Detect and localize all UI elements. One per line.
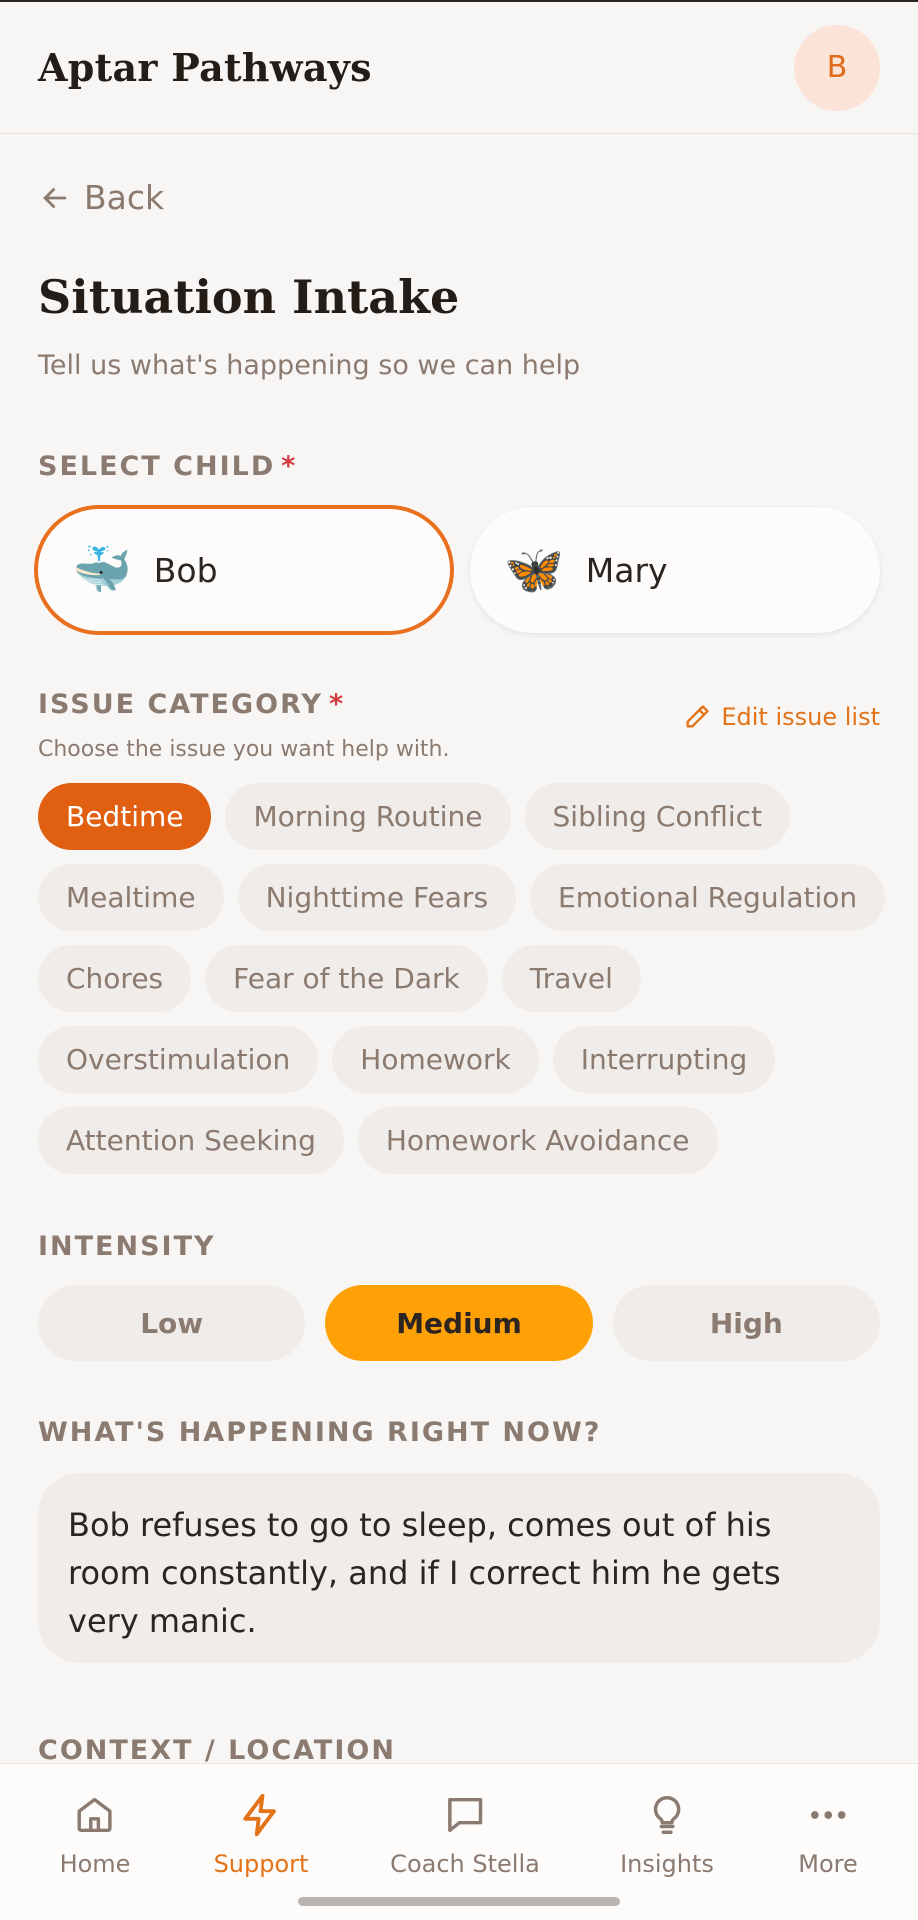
chip-travel[interactable]: Travel: [501, 945, 641, 1012]
butterfly-icon: 🦋: [504, 542, 564, 598]
chip-interrupting[interactable]: Interrupting: [552, 1026, 776, 1093]
required-mark: *: [281, 451, 298, 482]
nav-coach-stella[interactable]: Coach Stella: [390, 1792, 540, 1878]
whats-happening-field[interactable]: Bob refuses to go to sleep, comes out of…: [38, 1473, 880, 1663]
home-icon: [77, 1797, 113, 1833]
chip-bedtime[interactable]: Bedtime: [38, 783, 212, 850]
child-name: Mary: [585, 550, 668, 590]
child-card-bob[interactable]: 🐳 Bob: [34, 505, 454, 635]
child-card-mary[interactable]: 🦋 Mary: [470, 507, 880, 633]
back-button[interactable]: Back: [38, 178, 164, 217]
required-mark: *: [328, 689, 346, 720]
intensity-low-button[interactable]: Low: [38, 1285, 306, 1361]
chip-emotional-regulation[interactable]: Emotional Regulation: [530, 864, 886, 931]
back-label: Back: [84, 178, 165, 217]
issue-category-label-text: ISSUE CATEGORY: [38, 689, 323, 720]
chat-icon: [447, 1797, 483, 1833]
page-title: Situation Intake: [38, 270, 460, 324]
chip-row: Attention Seeking Homework Avoidance: [38, 1107, 888, 1174]
bolt-icon: [243, 1793, 277, 1837]
chip-row: Chores Fear of the Dark Travel: [38, 945, 888, 1012]
nav-more-label: More: [798, 1850, 858, 1878]
issue-chip-list: Bedtime Morning Routine Sibling Conflict…: [38, 783, 888, 1188]
nav-support-label: Support: [213, 1850, 309, 1878]
intensity-medium-button[interactable]: Medium: [325, 1285, 593, 1361]
nav-insights-label: Insights: [620, 1850, 714, 1878]
chip-nighttime-fears[interactable]: Nighttime Fears: [237, 864, 517, 931]
context-location-label: CONTEXT / LOCATION: [38, 1735, 396, 1763]
more-icon: [810, 1811, 846, 1819]
app-title: Aptar Pathways: [38, 45, 372, 90]
pencil-icon: [686, 705, 710, 728]
chip-chores[interactable]: Chores: [38, 945, 192, 1012]
chip-morning-routine[interactable]: Morning Routine: [225, 783, 511, 850]
avatar[interactable]: B: [794, 24, 880, 111]
chip-mealtime[interactable]: Mealtime: [38, 864, 224, 931]
nav-insights[interactable]: Insights: [620, 1792, 714, 1878]
home-indicator[interactable]: [298, 1897, 620, 1906]
page-subtitle: Tell us what's happening so we can help: [38, 350, 581, 381]
nav-home[interactable]: Home: [59, 1792, 131, 1878]
whats-happening-label: WHAT'S HAPPENING RIGHT NOW?: [38, 1417, 602, 1448]
intensity-high-button[interactable]: High: [612, 1285, 880, 1361]
chip-fear-of-the-dark[interactable]: Fear of the Dark: [205, 945, 488, 1012]
edit-issue-list-link[interactable]: Edit issue list: [683, 703, 880, 731]
chip-row: Bedtime Morning Routine Sibling Conflict: [38, 783, 888, 850]
chip-sibling-conflict[interactable]: Sibling Conflict: [524, 783, 791, 850]
bottom-nav: Home Support Coach Stella Insights More: [0, 1763, 918, 1920]
nav-home-label: Home: [59, 1850, 131, 1878]
select-child-label: SELECT CHILD *: [38, 451, 297, 482]
issue-category-label: ISSUE CATEGORY *: [38, 689, 345, 720]
chip-homework-avoidance[interactable]: Homework Avoidance: [357, 1107, 718, 1174]
page-content[interactable]: Back Situation Intake Tell us what's hap…: [0, 135, 918, 1763]
chip-overstimulation[interactable]: Overstimulation: [38, 1026, 319, 1093]
chip-attention-seeking[interactable]: Attention Seeking: [38, 1107, 344, 1174]
chip-homework[interactable]: Homework: [332, 1026, 539, 1093]
intensity-label: INTENSITY: [38, 1231, 216, 1262]
select-child-label-text: SELECT CHILD: [38, 451, 276, 482]
chip-row: Overstimulation Homework Interrupting: [38, 1026, 888, 1093]
app-header: Aptar Pathways B: [0, 2, 918, 134]
nav-more[interactable]: More: [798, 1792, 858, 1878]
nav-support[interactable]: Support: [213, 1792, 309, 1878]
lightbulb-icon: [653, 1796, 681, 1834]
whale-icon: 🐳: [72, 542, 132, 598]
arrow-left-icon: [43, 187, 67, 208]
edit-issue-list-label: Edit issue list: [721, 703, 880, 731]
app-screen: Aptar Pathways B Back Situation Intake T…: [0, 0, 918, 1920]
child-name: Bob: [153, 550, 218, 590]
chip-row: Mealtime Nighttime Fears Emotional Regul…: [38, 864, 888, 931]
issue-category-hint: Choose the issue you want help with.: [38, 737, 450, 762]
intensity-selector: Low Medium High: [38, 1285, 880, 1361]
nav-coach-stella-label: Coach Stella: [390, 1850, 540, 1878]
